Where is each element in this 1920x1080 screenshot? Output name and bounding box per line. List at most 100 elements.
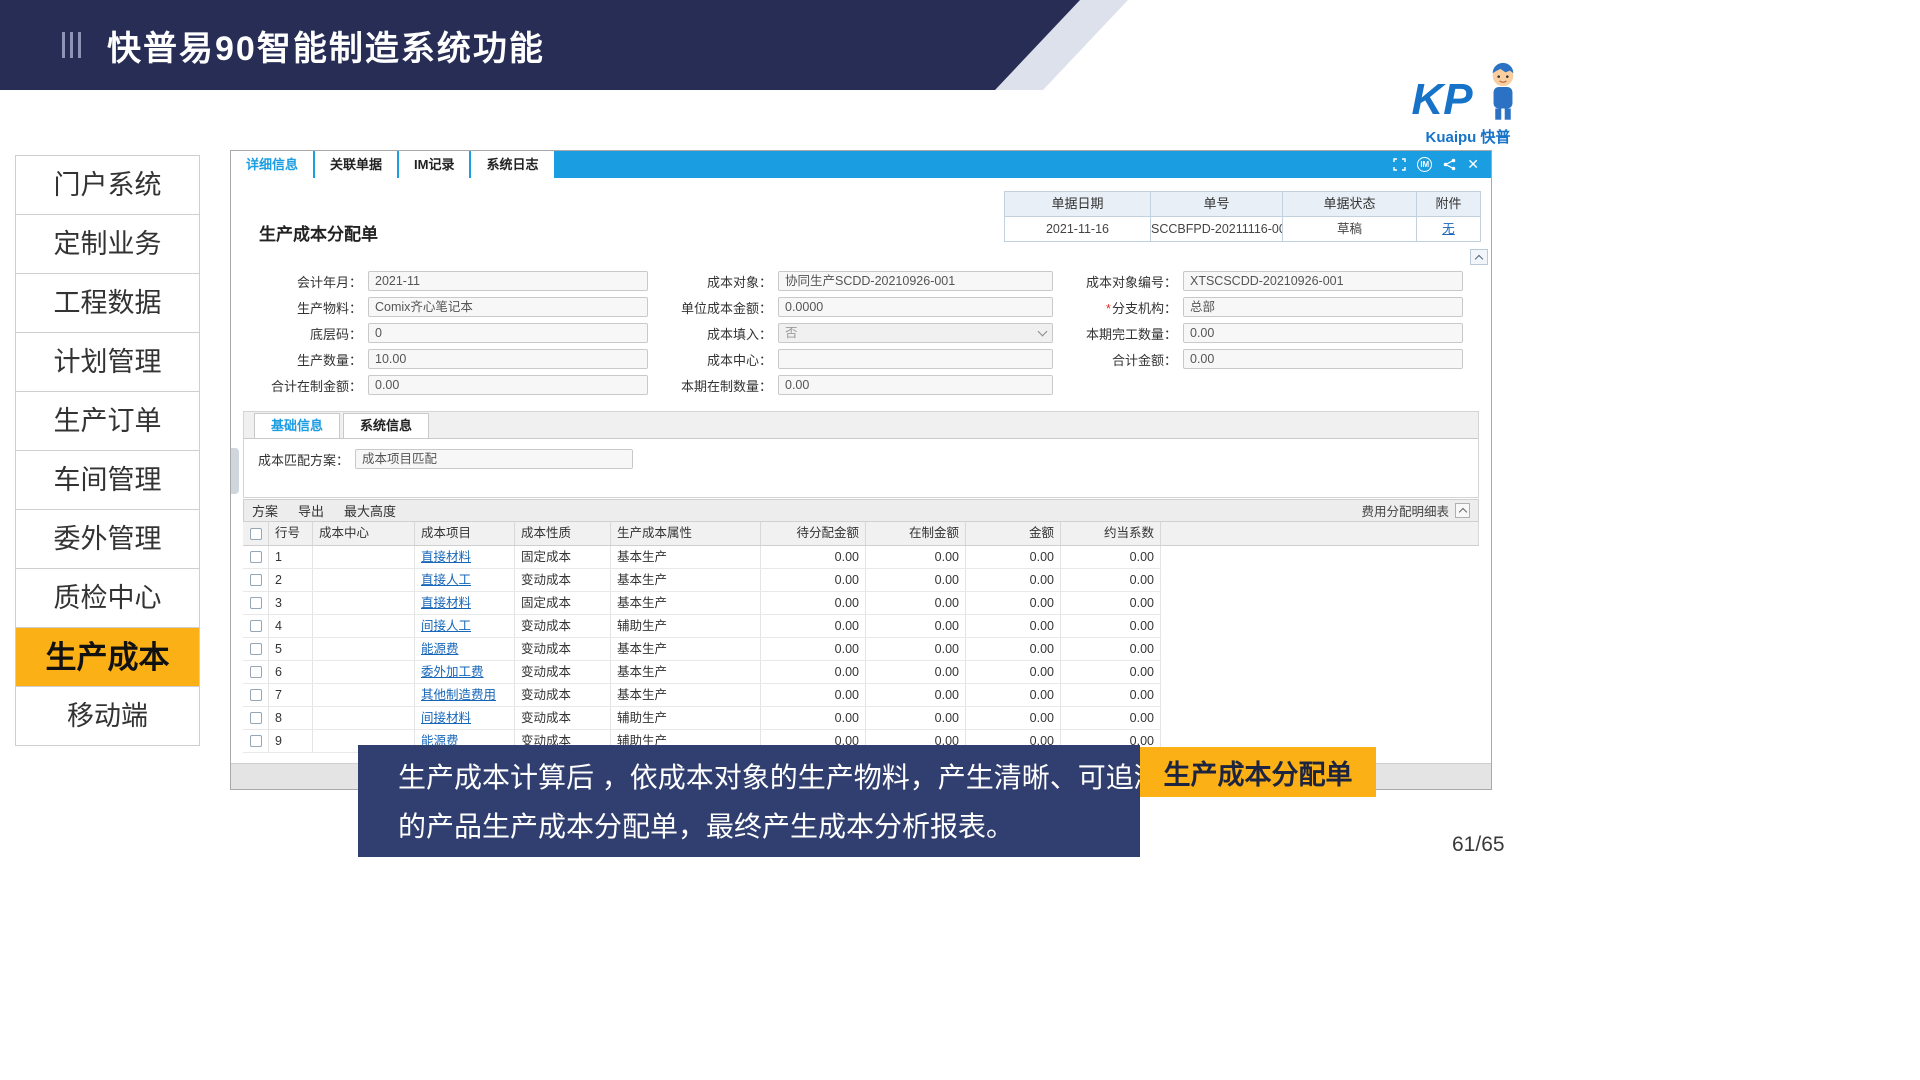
branch-field[interactable]: 总部	[1183, 297, 1463, 317]
field-label: 成本中心：	[667, 350, 772, 369]
share-icon[interactable]	[1443, 158, 1456, 171]
sidebar-item[interactable]: 工程数据	[16, 274, 199, 333]
subtab-system-info[interactable]: 系统信息	[343, 413, 429, 438]
cost-item-link[interactable]: 直接材料	[421, 596, 471, 610]
sidebar-item[interactable]: 生产成本	[16, 628, 199, 687]
sidebar-item[interactable]: 质检中心	[16, 569, 199, 628]
row-wip-amount: 0.00	[866, 592, 966, 614]
table-row: 4 间接人工 变动成本 辅助生产 0.00 0.00 0.00 0.00	[243, 615, 1161, 638]
caption-box: 生产成本计算后 ，依成本对象的生产物料，产生清晰、可追溯 的产品生产成本分配单，…	[358, 745, 1140, 857]
sidebar-item[interactable]: 移动端	[16, 687, 199, 746]
total-wip-amount-field[interactable]: 0.00	[368, 375, 648, 395]
row-coefficient: 0.00	[1061, 569, 1161, 591]
cost-center-field[interactable]	[778, 349, 1053, 369]
logo-brand-text: Kuaipu 快普	[1426, 126, 1511, 147]
col-wip-amount: 在制金额	[866, 522, 966, 545]
col-cost-nature: 成本性质	[515, 522, 611, 545]
accounting-period-field[interactable]: 2021-11	[368, 271, 648, 291]
mascot-icon	[1481, 62, 1525, 124]
tab-detail-info[interactable]: 详细信息	[231, 151, 313, 178]
grid-title: 费用分配明细表	[1361, 501, 1449, 520]
cost-match-plan-field[interactable]: 成本项目匹配	[355, 449, 633, 469]
cost-item-link[interactable]: 直接材料	[421, 550, 471, 564]
cost-item-link[interactable]: 委外加工费	[421, 665, 484, 679]
cost-object-field[interactable]: 协同生产SCDD-20210926-001	[778, 271, 1053, 291]
row-amount: 0.00	[966, 546, 1061, 568]
sidebar-item[interactable]: 车间管理	[16, 451, 199, 510]
tab-im-records[interactable]: IM记录	[399, 151, 469, 178]
cost-item-link[interactable]: 能源费	[421, 642, 459, 656]
attachment-link[interactable]: 无	[1442, 222, 1455, 236]
row-cost-nature: 变动成本	[515, 638, 611, 660]
low-level-code-field[interactable]: 0	[368, 323, 648, 343]
select-all-checkbox[interactable]	[250, 528, 262, 540]
row-checkbox[interactable]	[250, 666, 262, 678]
row-checkbox[interactable]	[250, 620, 262, 632]
sidebar-item[interactable]: 定制业务	[16, 215, 199, 274]
close-icon[interactable]: ✕	[1467, 156, 1479, 173]
slide-header: 快普易90智能制造系统功能	[0, 0, 1080, 90]
row-checkbox[interactable]	[250, 712, 262, 724]
row-checkbox[interactable]	[250, 689, 262, 701]
row-no: 5	[269, 638, 313, 660]
cost-item-link[interactable]: 间接材料	[421, 711, 471, 725]
production-material-field[interactable]: Comix齐心笔记本	[368, 297, 648, 317]
total-amount-field[interactable]: 0.00	[1183, 349, 1463, 369]
collapse-grid-button[interactable]	[1455, 503, 1470, 518]
export-button[interactable]: 导出	[298, 501, 324, 520]
production-qty-field[interactable]: 10.00	[368, 349, 648, 369]
panel-drag-handle[interactable]	[231, 448, 239, 494]
im-icon[interactable]: IM	[1417, 157, 1432, 172]
unit-cost-amount-field[interactable]: 0.0000	[778, 297, 1053, 317]
cost-object-no-field[interactable]: XTSCSCDD-20210926-001	[1183, 271, 1463, 291]
row-cost-attr: 辅助生产	[611, 707, 761, 729]
collapse-header-button[interactable]	[1470, 249, 1488, 265]
row-coefficient: 0.00	[1061, 684, 1161, 706]
chevron-up-icon	[1458, 508, 1466, 516]
tab-related-docs[interactable]: 关联单据	[315, 151, 397, 178]
row-cost-nature: 变动成本	[515, 684, 611, 706]
field-label: 生产数量：	[257, 350, 362, 369]
sidebar-item[interactable]: 委外管理	[16, 510, 199, 569]
row-checkbox[interactable]	[250, 551, 262, 563]
cost-item-link[interactable]: 其他制造费用	[421, 688, 496, 702]
table-row: 1 直接材料 固定成本 基本生产 0.00 0.00 0.00 0.00	[243, 546, 1161, 569]
sidebar-item[interactable]: 门户系统	[16, 156, 199, 215]
row-checkbox[interactable]	[250, 735, 262, 747]
current-wip-qty-field[interactable]: 0.00	[778, 375, 1053, 395]
caption-line-2: 的产品生产成本分配单，最终产生成本分析报表。	[398, 802, 1130, 851]
row-checkbox[interactable]	[250, 574, 262, 586]
tab-system-log[interactable]: 系统日志	[471, 151, 553, 178]
sidebar-item[interactable]: 生产订单	[16, 392, 199, 451]
row-coefficient: 0.00	[1061, 615, 1161, 637]
completed-qty-field[interactable]: 0.00	[1183, 323, 1463, 343]
row-checkbox[interactable]	[250, 597, 262, 609]
field-label: 成本对象编号：	[1072, 272, 1177, 291]
col-coefficient: 约当系数	[1061, 522, 1161, 545]
subtab-basic-info[interactable]: 基础信息	[254, 413, 340, 438]
cost-fill-select[interactable]: 否	[778, 323, 1053, 343]
table-row: 2 直接人工 变动成本 基本生产 0.00 0.00 0.00 0.00	[243, 569, 1161, 592]
cost-item-link[interactable]: 直接人工	[421, 573, 471, 587]
sidebar-item-label: 质检中心	[54, 583, 162, 613]
sidebar-item[interactable]: 计划管理	[16, 333, 199, 392]
doc-status-value: 草稿	[1283, 217, 1417, 242]
row-amount: 0.00	[966, 638, 1061, 660]
kuaipu-logo: KP Kuaipu 快普	[1388, 62, 1548, 148]
page-title: 生产成本分配单	[259, 220, 378, 245]
table-body: 1 直接材料 固定成本 基本生产 0.00 0.00 0.00 0.00 2 直…	[243, 546, 1161, 753]
col-amount: 金额	[966, 522, 1061, 545]
cost-item-link[interactable]: 间接人工	[421, 619, 471, 633]
row-cost-center	[313, 661, 415, 683]
fullscreen-icon[interactable]	[1393, 158, 1406, 171]
row-checkbox[interactable]	[250, 643, 262, 655]
match-plan-label: 成本匹配方案：	[258, 450, 349, 469]
max-height-button[interactable]: 最大高度	[344, 501, 396, 520]
row-wip-amount: 0.00	[866, 638, 966, 660]
form-column-2: 成本对象：协同生产SCDD-20210926-001 单位成本金额：0.0000…	[667, 268, 1057, 398]
plan-button[interactable]: 方案	[252, 501, 278, 520]
field-label: 合计在制金额：	[257, 376, 362, 395]
header-filler	[1161, 522, 1479, 545]
row-cost-nature: 变动成本	[515, 615, 611, 637]
col-pending-amount: 待分配金额	[761, 522, 866, 545]
